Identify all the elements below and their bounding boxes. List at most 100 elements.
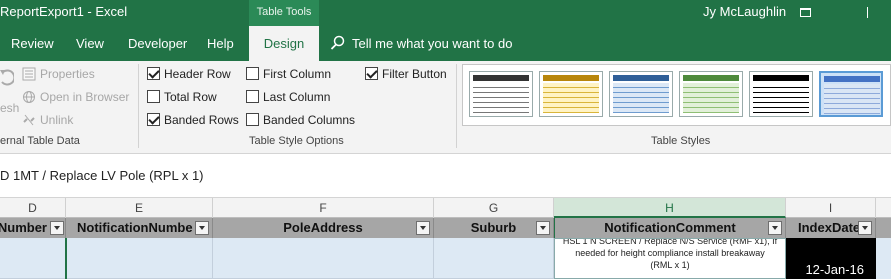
tab-design[interactable]: Design <box>249 26 319 61</box>
title-bar: ReportExport1 - Excel Table Tools Jy McL… <box>0 0 891 26</box>
column-header-i[interactable]: I <box>786 198 876 218</box>
swatch-rows <box>683 83 739 113</box>
banded-rows-label[interactable]: Banded Rows <box>164 113 239 127</box>
header-cell-h[interactable]: NotificationComment <box>554 218 786 238</box>
filter-button-checkbox[interactable] <box>365 67 378 80</box>
header-cell-i[interactable]: IndexDate <box>786 218 876 238</box>
group-separator <box>456 64 457 148</box>
group-separator <box>138 64 139 148</box>
unlink-icon <box>23 114 35 126</box>
banded-columns-checkbox[interactable] <box>246 113 259 126</box>
first-column-label[interactable]: First Column <box>263 67 331 81</box>
ribbon-display-icon <box>799 8 811 18</box>
open-in-browser-icon <box>23 91 35 103</box>
table-style-swatch-style-blue[interactable] <box>609 71 673 117</box>
cell-i-index-date[interactable]: 12-Jan-16 <box>786 238 876 279</box>
swatch-header <box>543 75 599 81</box>
ribbon-tab-row: Review View Developer Help Design Tell m… <box>0 26 891 61</box>
filter-dropdown-icon[interactable] <box>195 221 209 235</box>
banded-rows-checkbox[interactable] <box>147 113 160 126</box>
header-cell-g[interactable]: Suburb <box>434 218 554 238</box>
minimize-icon <box>866 7 868 19</box>
header-label-d: Number <box>0 220 47 235</box>
formula-bar[interactable]: D 1MT / Replace LV Pole (RPL x 1) <box>0 154 891 198</box>
tab-view[interactable]: View <box>76 36 104 51</box>
swatch-rows <box>753 83 809 113</box>
header-cell-f[interactable]: PoleAddress <box>213 218 434 238</box>
column-header-f[interactable]: F <box>213 198 434 218</box>
comment-line: (RML x 1) <box>650 260 690 270</box>
total-row-label[interactable]: Total Row <box>164 90 217 104</box>
group-label-external-table-data: ernal Table Data <box>0 135 80 147</box>
tab-review[interactable]: Review <box>11 36 54 51</box>
refresh-button[interactable]: esh <box>0 101 19 115</box>
window-title: ReportExport1 - Excel <box>0 4 128 19</box>
swatch-header <box>613 75 669 81</box>
minimize-button[interactable] <box>855 1 879 23</box>
table-styles-gallery[interactable] <box>462 64 891 126</box>
table-style-swatch-style-green[interactable] <box>679 71 743 117</box>
table-style-swatch-style-yellow[interactable] <box>539 71 603 117</box>
swatch-header <box>473 75 529 81</box>
swatch-header <box>683 75 739 81</box>
group-label-table-styles: Table Styles <box>651 135 711 147</box>
column-header-next[interactable] <box>876 198 891 218</box>
selection-border <box>65 238 67 279</box>
header-cell-e[interactable]: NotificationNumbe <box>66 218 213 238</box>
tell-me-search[interactable]: Tell me what you want to do <box>330 35 512 51</box>
cell-g[interactable] <box>434 238 554 279</box>
tab-developer[interactable]: Developer <box>128 36 187 51</box>
user-name[interactable]: Jy McLaughlin <box>703 4 786 19</box>
column-header-g[interactable]: G <box>434 198 554 218</box>
table-style-swatch-style-dark[interactable] <box>749 71 813 117</box>
filter-dropdown-icon[interactable] <box>536 221 550 235</box>
filter-dropdown-icon[interactable] <box>858 221 872 235</box>
header-label-i: IndexDate <box>798 220 861 235</box>
header-label-f: PoleAddress <box>283 220 363 235</box>
table-style-swatch-style-selected-blue[interactable] <box>819 71 883 117</box>
filter-dropdown-icon[interactable] <box>768 221 782 235</box>
column-header-h[interactable]: H <box>554 198 786 218</box>
swatch-header <box>824 76 880 82</box>
formula-bar-content[interactable]: D 1MT / Replace LV Pole (RPL x 1) <box>0 168 204 183</box>
filter-dropdown-icon[interactable] <box>416 221 430 235</box>
header-label-e: NotificationNumbe <box>77 220 193 235</box>
column-headers: D E F G H I <box>0 198 891 218</box>
column-header-e[interactable]: E <box>66 198 213 218</box>
lightbulb-search-icon <box>330 35 345 50</box>
total-row-checkbox[interactable] <box>147 90 160 103</box>
unlink-button[interactable]: Unlink <box>40 113 73 127</box>
filter-button-label[interactable]: Filter Button <box>382 67 447 81</box>
tab-help[interactable]: Help <box>207 36 234 51</box>
properties-icon <box>22 67 36 81</box>
comment-line: HSL 1 N SCREEN / Replace N/S Service (RM… <box>562 238 778 246</box>
open-in-browser-button[interactable]: Open in Browser <box>40 90 129 104</box>
table-style-swatch-style-light-1[interactable] <box>469 71 533 117</box>
last-column-checkbox[interactable] <box>246 90 259 103</box>
properties-button[interactable]: Properties <box>40 67 95 81</box>
cell-d[interactable] <box>0 238 66 279</box>
refresh-icon <box>0 69 14 86</box>
cell-e[interactable] <box>66 238 213 279</box>
swatch-rows <box>613 83 669 113</box>
cell-h-notification-comment[interactable]: HSL 1 N SCREEN / Replace N/S Service (RM… <box>554 238 786 279</box>
column-header-d[interactable]: D <box>0 198 66 218</box>
ribbon-design: esh Properties Open in Browser Unlink er… <box>0 61 891 154</box>
tell-me-label: Tell me what you want to do <box>352 36 513 51</box>
header-label-g: Suburb <box>470 220 517 235</box>
header-cell-d[interactable]: Number <box>0 218 66 238</box>
swatch-rows <box>543 83 599 113</box>
header-row-checkbox[interactable] <box>147 67 160 80</box>
swatch-rows <box>824 84 880 114</box>
table-row: HSL 1 N SCREEN / Replace N/S Service (RM… <box>0 238 891 279</box>
swatch-rows <box>473 83 529 113</box>
ribbon-display-options-button[interactable] <box>793 1 817 23</box>
comment-line: needed for height compliance install bre… <box>575 248 765 258</box>
last-column-label[interactable]: Last Column <box>263 90 330 104</box>
header-row-label[interactable]: Header Row <box>164 67 231 81</box>
filter-dropdown-icon[interactable] <box>50 221 64 235</box>
banded-columns-label[interactable]: Banded Columns <box>263 113 355 127</box>
cell-f[interactable] <box>213 238 434 279</box>
first-column-checkbox[interactable] <box>246 67 259 80</box>
group-label-table-style-options: Table Style Options <box>249 135 344 147</box>
